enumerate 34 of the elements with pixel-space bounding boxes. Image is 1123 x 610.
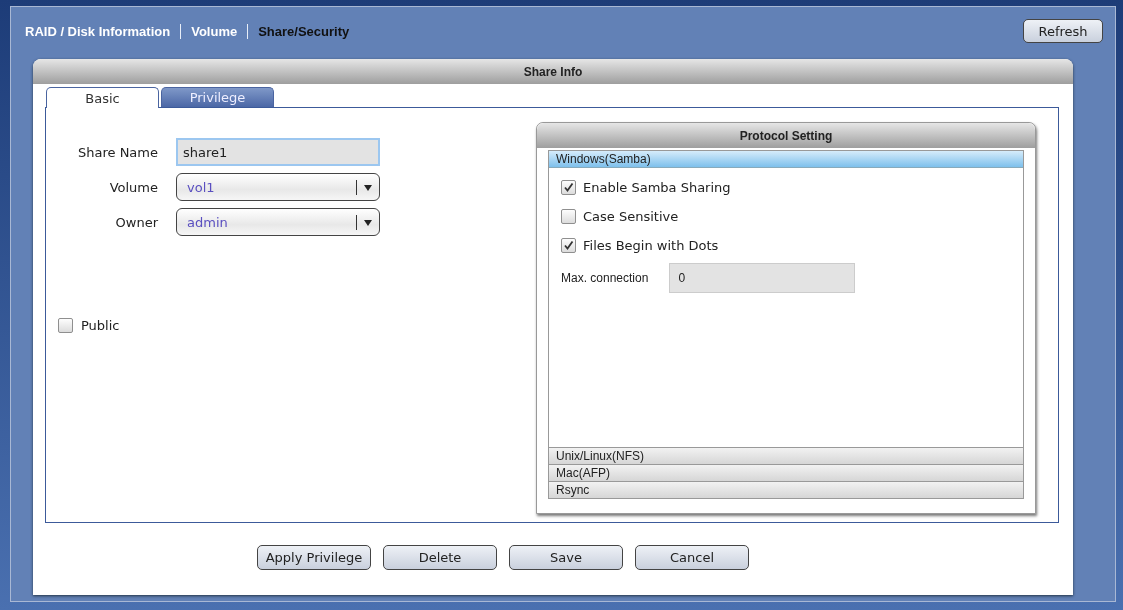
field-label: Volume <box>108 179 158 195</box>
caret-icon <box>364 220 372 226</box>
accordion-header[interactable]: Unix/Linux(NFS) <box>549 447 1023 464</box>
checkbox-label: Enable Samba Sharing <box>583 180 731 195</box>
caret-icon <box>364 185 372 191</box>
checkbox-label: Files Begin with Dots <box>583 238 719 253</box>
action-button[interactable]: Cancel <box>635 545 749 570</box>
tab[interactable]: Privilege <box>161 87 274 107</box>
accordion-header[interactable]: Rsync <box>549 481 1023 498</box>
input-field[interactable]: 0 <box>669 263 856 293</box>
field-label: Max. connection <box>561 271 649 285</box>
accordion-header[interactable]: Windows(Samba) <box>549 151 1023 168</box>
nav-link[interactable]: Share/Security <box>258 23 350 39</box>
accordion-header[interactable]: Mac(AFP) <box>549 464 1023 481</box>
field-label: Owner <box>114 214 158 230</box>
checked-checkbox[interactable] <box>561 238 576 253</box>
checked-checkbox[interactable] <box>561 180 576 195</box>
tab[interactable]: Basic <box>46 87 159 108</box>
panel-title: Protocol Setting <box>537 123 1035 148</box>
action-button[interactable]: Delete <box>383 545 497 570</box>
panel-title: Share Info <box>33 59 1073 84</box>
checkbox[interactable] <box>58 318 73 333</box>
dropdown[interactable]: admin <box>176 208 380 236</box>
refresh-button[interactable]: Refresh <box>1023 19 1103 43</box>
field-label: Share Name <box>77 144 158 160</box>
action-button[interactable]: Apply Privilege <box>257 545 371 570</box>
checkbox-label: Public <box>81 318 120 333</box>
text-field[interactable]: share1 <box>176 138 380 166</box>
checkbox-label: Case Sensitive <box>583 209 679 224</box>
nav-link[interactable]: RAID / Disk Information <box>25 23 171 39</box>
checkbox[interactable] <box>561 209 576 224</box>
action-button[interactable]: Save <box>509 545 623 570</box>
dropdown[interactable]: vol1 <box>176 173 380 201</box>
nav-link[interactable]: Volume <box>191 23 238 39</box>
